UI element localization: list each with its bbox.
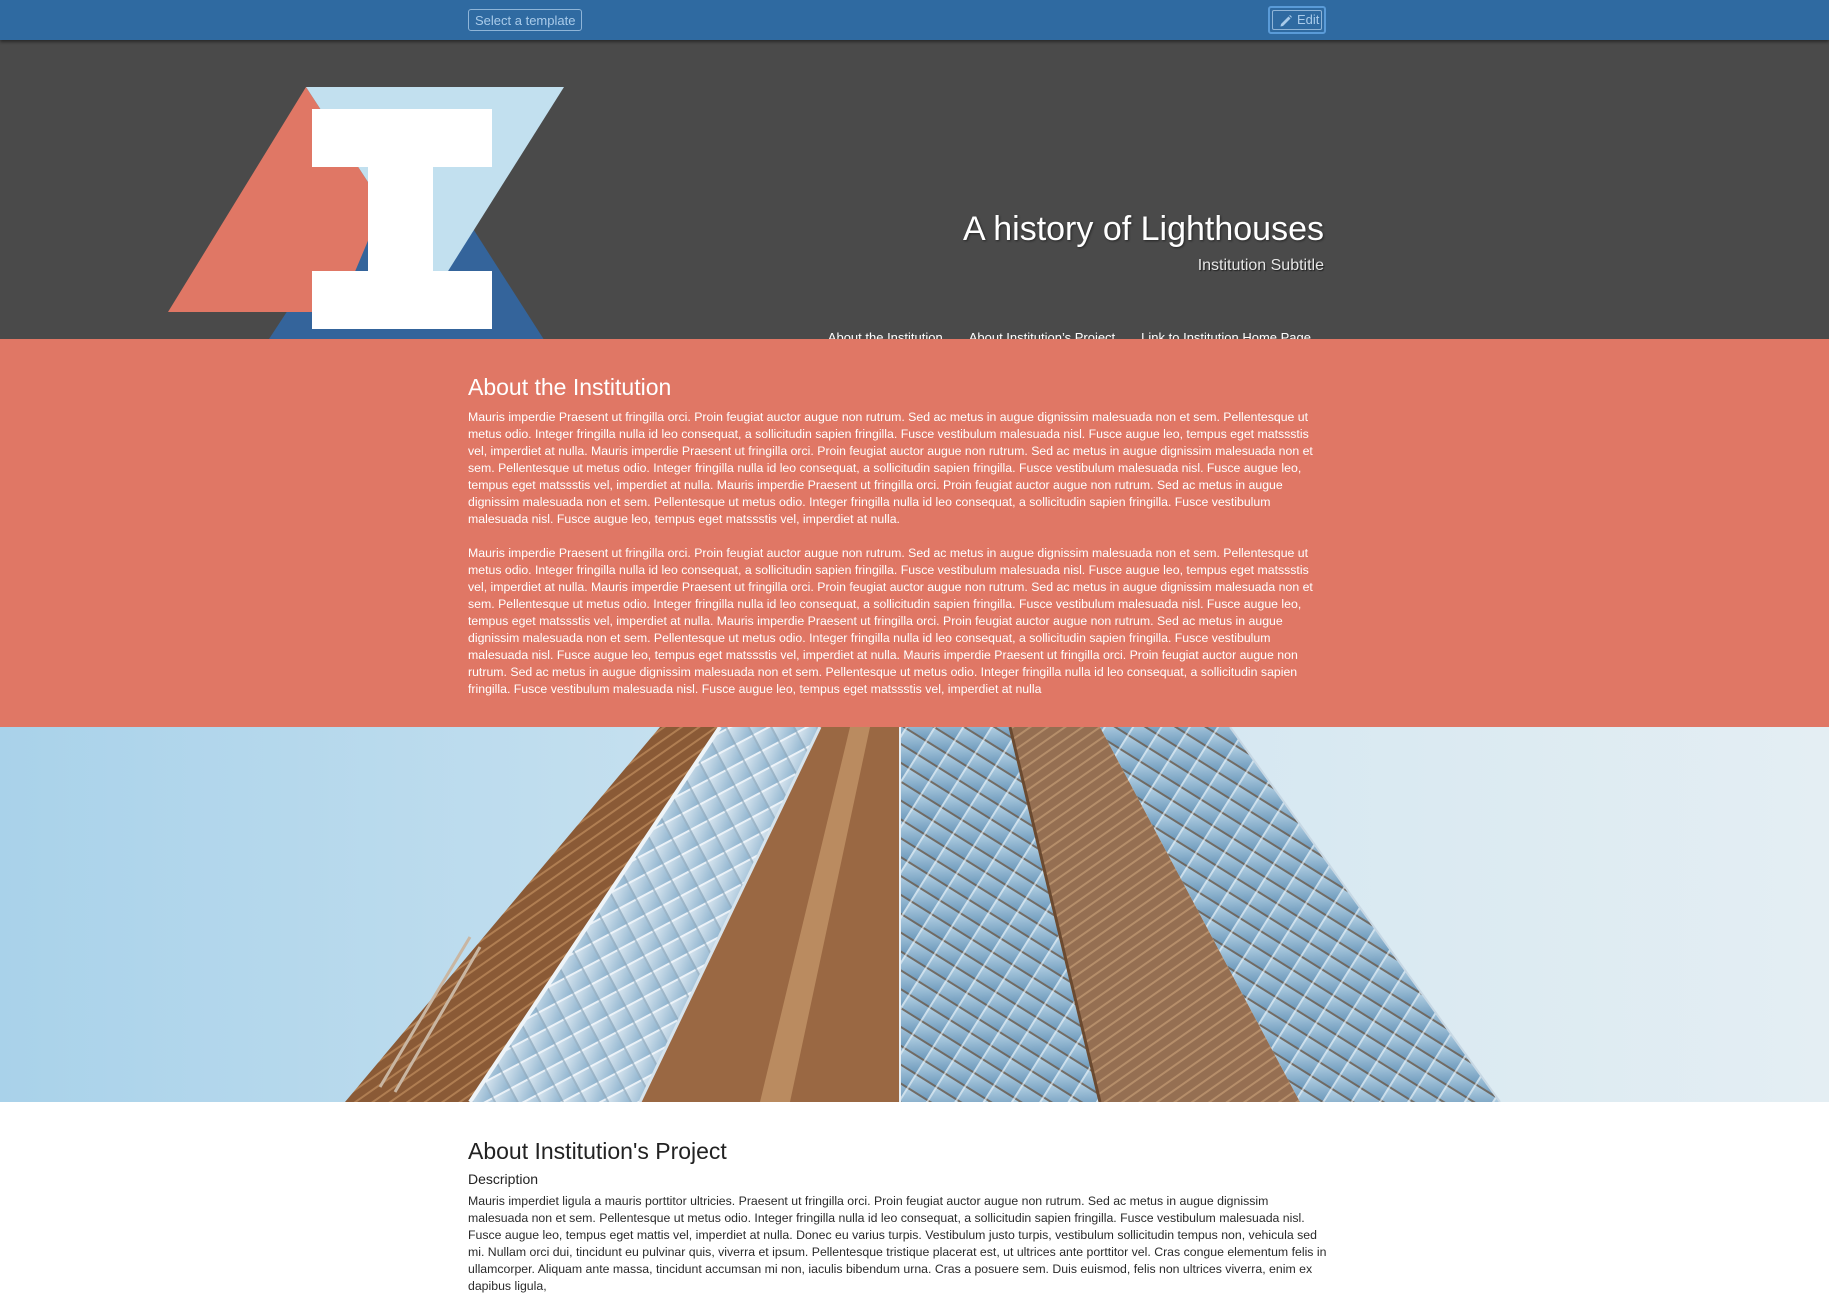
about-institution-section: About the Institution Mauris imperdie Pr… bbox=[0, 339, 1829, 727]
about-title: About the Institution bbox=[468, 374, 672, 400]
site-title: A history of Lighthouses bbox=[962, 210, 1324, 248]
editor-toolbar: Select a template Edit bbox=[0, 0, 1829, 40]
about-paragraph-1: Mauris imperdie Praesent ut fringilla or… bbox=[468, 410, 1313, 526]
project-title: About Institution's Project bbox=[468, 1138, 727, 1164]
site-header: A history of Lighthouses Institution Sub… bbox=[0, 40, 1829, 371]
building-photo bbox=[0, 727, 1829, 1102]
about-project-section: About Institution's Project Description … bbox=[0, 1102, 1829, 1293]
select-template-button[interactable]: Select a template bbox=[468, 9, 583, 31]
institution-logo bbox=[168, 87, 564, 371]
about-paragraph-2: Mauris imperdie Praesent ut fringilla or… bbox=[468, 546, 1313, 696]
skyscraper-image bbox=[0, 727, 1829, 1102]
project-description-heading: Description bbox=[468, 1171, 539, 1187]
pencil-icon bbox=[1280, 15, 1292, 27]
site-subtitle: Institution Subtitle bbox=[1197, 257, 1324, 274]
project-description-text: Mauris imperdiet ligula a mauris porttit… bbox=[468, 1194, 1327, 1293]
edit-label: Edit bbox=[1297, 12, 1320, 27]
edit-button[interactable]: Edit bbox=[1268, 6, 1326, 34]
